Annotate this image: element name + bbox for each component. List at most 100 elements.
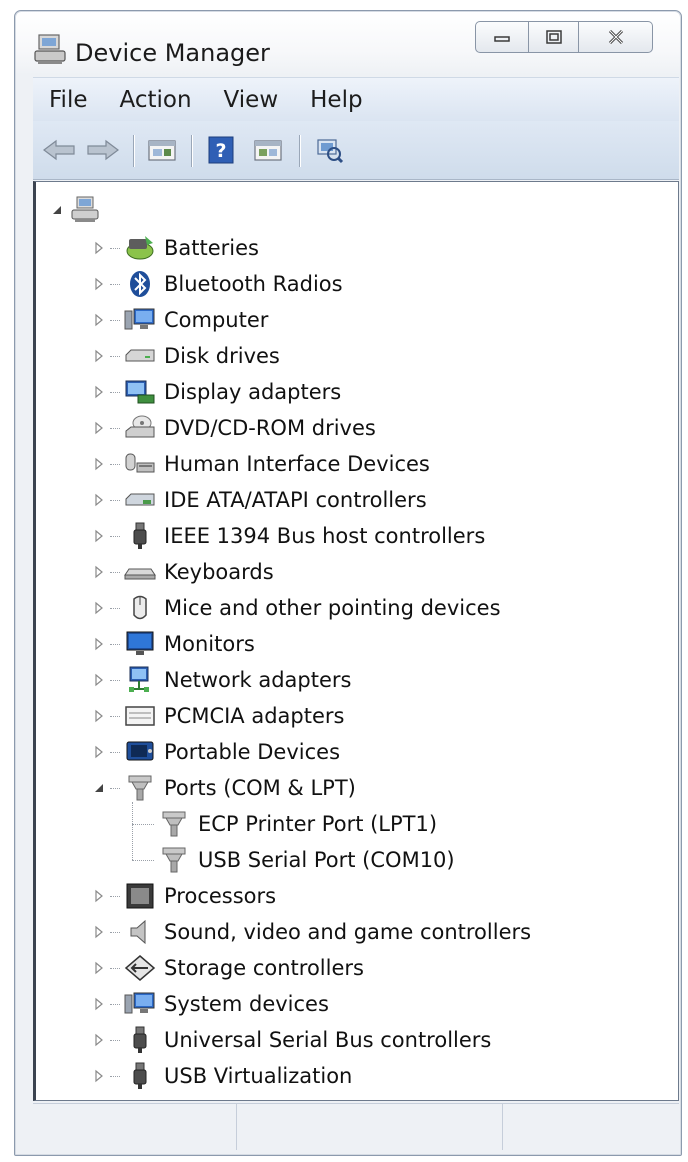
forward-button[interactable]: [83, 135, 123, 165]
scan-hardware-icon: [317, 139, 344, 164]
expand-arrow-icon[interactable]: [92, 925, 106, 939]
tree-item[interactable]: Batteries: [92, 232, 259, 264]
tree-item-label: USB Virtualization: [164, 1064, 353, 1088]
help-icon: ?: [208, 136, 234, 164]
tree-item[interactable]: PCMCIA adapters: [92, 700, 344, 732]
tree-root[interactable]: [50, 194, 104, 226]
expand-arrow-icon[interactable]: [92, 421, 106, 435]
tree-item-label: PCMCIA adapters: [164, 704, 345, 728]
tree-item-label: Monitors: [164, 632, 255, 656]
tree-connector: [110, 319, 120, 321]
tree-item-label: Storage controllers: [164, 956, 364, 980]
expand-arrow-icon[interactable]: [92, 385, 106, 399]
tree-item-label: Batteries: [164, 236, 259, 260]
tree-item[interactable]: DVD/CD-ROM drives: [92, 412, 376, 444]
tree-item[interactable]: Storage controllers: [92, 952, 364, 984]
tree-item-label: IEEE 1394 Bus host controllers: [164, 524, 486, 548]
tree-item[interactable]: Network adapters: [92, 664, 351, 696]
expand-arrow-icon[interactable]: [92, 1069, 106, 1083]
expand-arrow-icon[interactable]: [92, 673, 106, 687]
tree-connector: [110, 931, 120, 933]
expand-arrow-icon[interactable]: [92, 889, 106, 903]
tree-child-item[interactable]: USB Serial Port (COM10): [132, 844, 455, 876]
tree-item[interactable]: Human Interface Devices: [92, 448, 430, 480]
usb-icon: [122, 1024, 158, 1056]
caption-buttons: [475, 21, 653, 55]
computer-root-icon: [68, 194, 104, 226]
expand-arrow-icon[interactable]: [92, 745, 106, 759]
expand-arrow-icon[interactable]: [92, 565, 106, 579]
title-bar[interactable]: Device Manager: [15, 11, 681, 79]
tree-item[interactable]: Processors: [92, 880, 276, 912]
expand-arrow-icon[interactable]: [92, 313, 106, 327]
properties-button[interactable]: [141, 135, 183, 165]
tree-item[interactable]: Computer: [92, 304, 268, 336]
tree-item-label: Processors: [164, 884, 277, 908]
expand-arrow-icon[interactable]: [92, 277, 106, 291]
tree-connector: [110, 679, 120, 681]
expand-arrow-icon[interactable]: [92, 601, 106, 615]
tree-item[interactable]: Sound, video and game controllers: [92, 916, 531, 948]
tree-item[interactable]: IDE ATA/ATAPI controllers: [92, 484, 427, 516]
tree-connector: [132, 859, 154, 861]
tree-item[interactable]: Ports (COM & LPT): [92, 772, 356, 804]
device-tree[interactable]: Batteries Bluetooth Radios Computer Disk dr…: [33, 181, 679, 1101]
tree-item[interactable]: Universal Serial Bus controllers: [92, 1024, 491, 1056]
help-button[interactable]: ?: [201, 135, 241, 165]
scan-hardware-button[interactable]: [309, 135, 349, 165]
menu-action[interactable]: Action: [104, 87, 208, 113]
menu-bar: File Action View Help: [33, 77, 679, 122]
expand-arrow-icon[interactable]: [92, 961, 106, 975]
ide-controller-icon: [122, 484, 158, 516]
tree-connector: [110, 751, 120, 753]
expand-arrow-icon[interactable]: [92, 709, 106, 723]
tree-item-label: Sound, video and game controllers: [164, 920, 532, 944]
maximize-button[interactable]: [529, 21, 579, 53]
tree-item[interactable]: Mice and other pointing devices: [92, 592, 501, 624]
port-icon: [122, 772, 158, 804]
status-cell: [503, 1104, 679, 1150]
tree-connector: [110, 1075, 120, 1077]
close-button[interactable]: [579, 21, 653, 53]
tree-item[interactable]: System devices: [92, 988, 329, 1020]
expand-arrow-icon[interactable]: [92, 529, 106, 543]
update-driver-button[interactable]: [247, 135, 289, 165]
expand-arrow-icon[interactable]: [92, 1033, 106, 1047]
tree-connector: [110, 607, 120, 609]
tree-item[interactable]: Display adapters: [92, 376, 341, 408]
expand-arrow-icon[interactable]: [92, 637, 106, 651]
tree-connector: [110, 643, 120, 645]
minimize-button[interactable]: [475, 21, 529, 53]
tree-item[interactable]: Keyboards: [92, 556, 274, 588]
menu-file[interactable]: File: [33, 87, 104, 113]
collapse-arrow-icon[interactable]: [50, 203, 64, 217]
back-arrow-icon: [43, 139, 75, 161]
expand-arrow-icon[interactable]: [92, 493, 106, 507]
expand-arrow-icon[interactable]: [92, 997, 106, 1011]
menu-view[interactable]: View: [208, 87, 295, 113]
tree-item[interactable]: USB Virtualization: [92, 1060, 352, 1092]
tree-item[interactable]: Portable Devices: [92, 736, 340, 768]
tree-connector: [110, 1039, 120, 1041]
speaker-icon: [122, 916, 158, 948]
tree-child-item[interactable]: ECP Printer Port (LPT1): [132, 808, 437, 840]
properties-icon: [148, 140, 176, 161]
expand-arrow-icon[interactable]: [92, 241, 106, 255]
tree-item[interactable]: Bluetooth Radios: [92, 268, 343, 300]
tree-item[interactable]: IEEE 1394 Bus host controllers: [92, 520, 485, 552]
tree-connector: [110, 391, 120, 393]
tree-item[interactable]: Disk drives: [92, 340, 280, 372]
tree-connector: [110, 715, 120, 717]
expand-arrow-icon[interactable]: [92, 457, 106, 471]
tree-connector: [110, 895, 120, 897]
menu-help[interactable]: Help: [294, 87, 378, 113]
bluetooth-icon: [122, 268, 158, 300]
tree-item-label: IDE ATA/ATAPI controllers: [164, 488, 427, 512]
collapse-arrow-icon[interactable]: [92, 781, 106, 795]
back-button[interactable]: [39, 135, 79, 165]
toolbar-separator: [191, 135, 192, 167]
tree-connector: [110, 427, 120, 429]
tree-item[interactable]: Monitors: [92, 628, 255, 660]
expand-arrow-icon[interactable]: [92, 349, 106, 363]
monitor-icon: [122, 628, 158, 660]
